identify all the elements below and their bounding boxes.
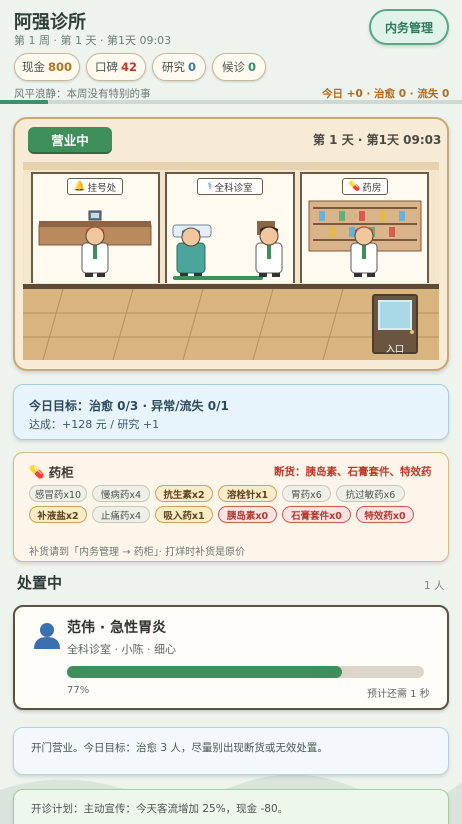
stat-value: 0 — [247, 60, 256, 74]
reputation-stat: 口碑 42 — [86, 53, 146, 81]
manage-button[interactable]: 内务管理 — [369, 9, 449, 45]
medicine-cabinet-title: 💊 药柜 — [29, 462, 74, 481]
weekly-news: 风平浪静：本周没有特别的事 — [14, 88, 151, 100]
medicine-chip: 慢病药x4 — [92, 485, 150, 502]
door-knob — [410, 330, 414, 334]
pill-icon: 💊 — [29, 463, 45, 479]
log-text: 开诊计划：主动宣传：今天客流增加 25%，现金 -80。 — [31, 803, 289, 815]
log-text: 开门营业。今日目标：治愈 3 人，尽量别出现断货或无效处置。 — [31, 742, 328, 754]
date-subtitle: 第 1 周 · 第 1 天 · 第1天 09:03 — [14, 34, 172, 47]
day-progress-track — [0, 100, 462, 104]
pill-icon: 💊 — [348, 181, 361, 192]
room-sign-pharmacy: 💊 药房 — [342, 178, 388, 195]
treating-count: 1 人 — [424, 580, 445, 592]
goal-main-text: 今日目标：治愈 0/3 · 异常/流失 0/1 — [29, 399, 229, 413]
scene-time-label: 第 1 天 · 第1天 09:03 — [313, 133, 442, 147]
room-sign-label: 全科诊室 — [214, 182, 253, 194]
restock-note: 补货请到「内务管理 → 药柜」· 打烊时补货是原价 — [29, 547, 246, 558]
stethoscope-icon: ⚕ — [207, 181, 213, 192]
stat-label: 口碑 — [94, 60, 118, 74]
shortage-warning: 断货：胰岛素、石膏套件、特效药 — [274, 466, 432, 478]
stat-value: 800 — [47, 60, 72, 74]
treatment-eta: 预计还需 1 秒 — [367, 689, 430, 700]
research-stat: 研究 0 — [152, 53, 206, 81]
cash-stat: 现金 800 — [14, 53, 80, 81]
stat-label: 研究 — [161, 60, 185, 74]
medicine-chip-low: 吸入药x1 — [155, 506, 213, 523]
medicine-chip-low: 补液盐x2 — [29, 506, 87, 523]
treating-section-title: 处置中 — [17, 574, 63, 592]
stat-value: 42 — [120, 60, 137, 74]
stat-label: 候诊 — [221, 60, 245, 74]
ceiling-beam — [23, 162, 439, 170]
goal-reward-text: 达成：+128 元 / 研究 +1 — [29, 418, 160, 431]
clinic-furniture-art — [38, 200, 422, 280]
day-progress-fill — [0, 100, 48, 104]
patient-name: 范伟 · 急性胃炎 — [67, 620, 167, 636]
medicine-chip: 抗过敏药x6 — [336, 485, 405, 502]
door-window — [378, 300, 412, 330]
registration-nurse — [81, 226, 109, 277]
doctor-figure — [255, 226, 283, 277]
medicine-chip: 止痛药x4 — [92, 506, 150, 523]
room-sign-general: ⚕ 全科诊室 — [197, 178, 263, 195]
clinic-title: 阿强诊所 — [14, 12, 86, 33]
medicine-chip: 感冒药x10 — [29, 485, 87, 502]
medicine-chip: 胃药x6 — [282, 485, 331, 502]
room-sign-label: 药房 — [362, 182, 382, 194]
medicine-chip-low: 溶栓针x1 — [218, 485, 277, 502]
stat-value: 0 — [187, 60, 196, 74]
stat-label: 现金 — [21, 60, 45, 74]
room-sign-registration: 🔔 挂号处 — [67, 178, 123, 195]
bell-icon: 🔔 — [73, 181, 86, 192]
patient-avatar-icon — [34, 623, 60, 649]
medicine-chip-out: 特效药x0 — [356, 506, 414, 523]
pharmacist-figure — [350, 226, 378, 277]
entrance-label: 入口 — [385, 345, 404, 355]
waiting-stat: 候诊 0 — [212, 53, 266, 81]
medicine-title-label: 药柜 — [48, 465, 74, 480]
floor-edge — [23, 284, 439, 289]
room-sign-label: 挂号处 — [87, 182, 117, 194]
treatment-progress-percent: 77% — [67, 685, 90, 696]
medicine-chip-low: 抗生素x2 — [155, 485, 213, 502]
today-summary: 今日 +0 · 治愈 0 · 流失 0 — [322, 88, 450, 100]
medicine-chip-out: 石膏套件x0 — [282, 506, 351, 523]
medicine-chip-out: 胰岛素x0 — [218, 506, 277, 523]
treatment-progress-fill — [67, 666, 342, 678]
patient-room-info: 全科诊室 · 小陈 · 细心 — [67, 643, 176, 656]
status-badge: 营业中 — [28, 127, 112, 152]
